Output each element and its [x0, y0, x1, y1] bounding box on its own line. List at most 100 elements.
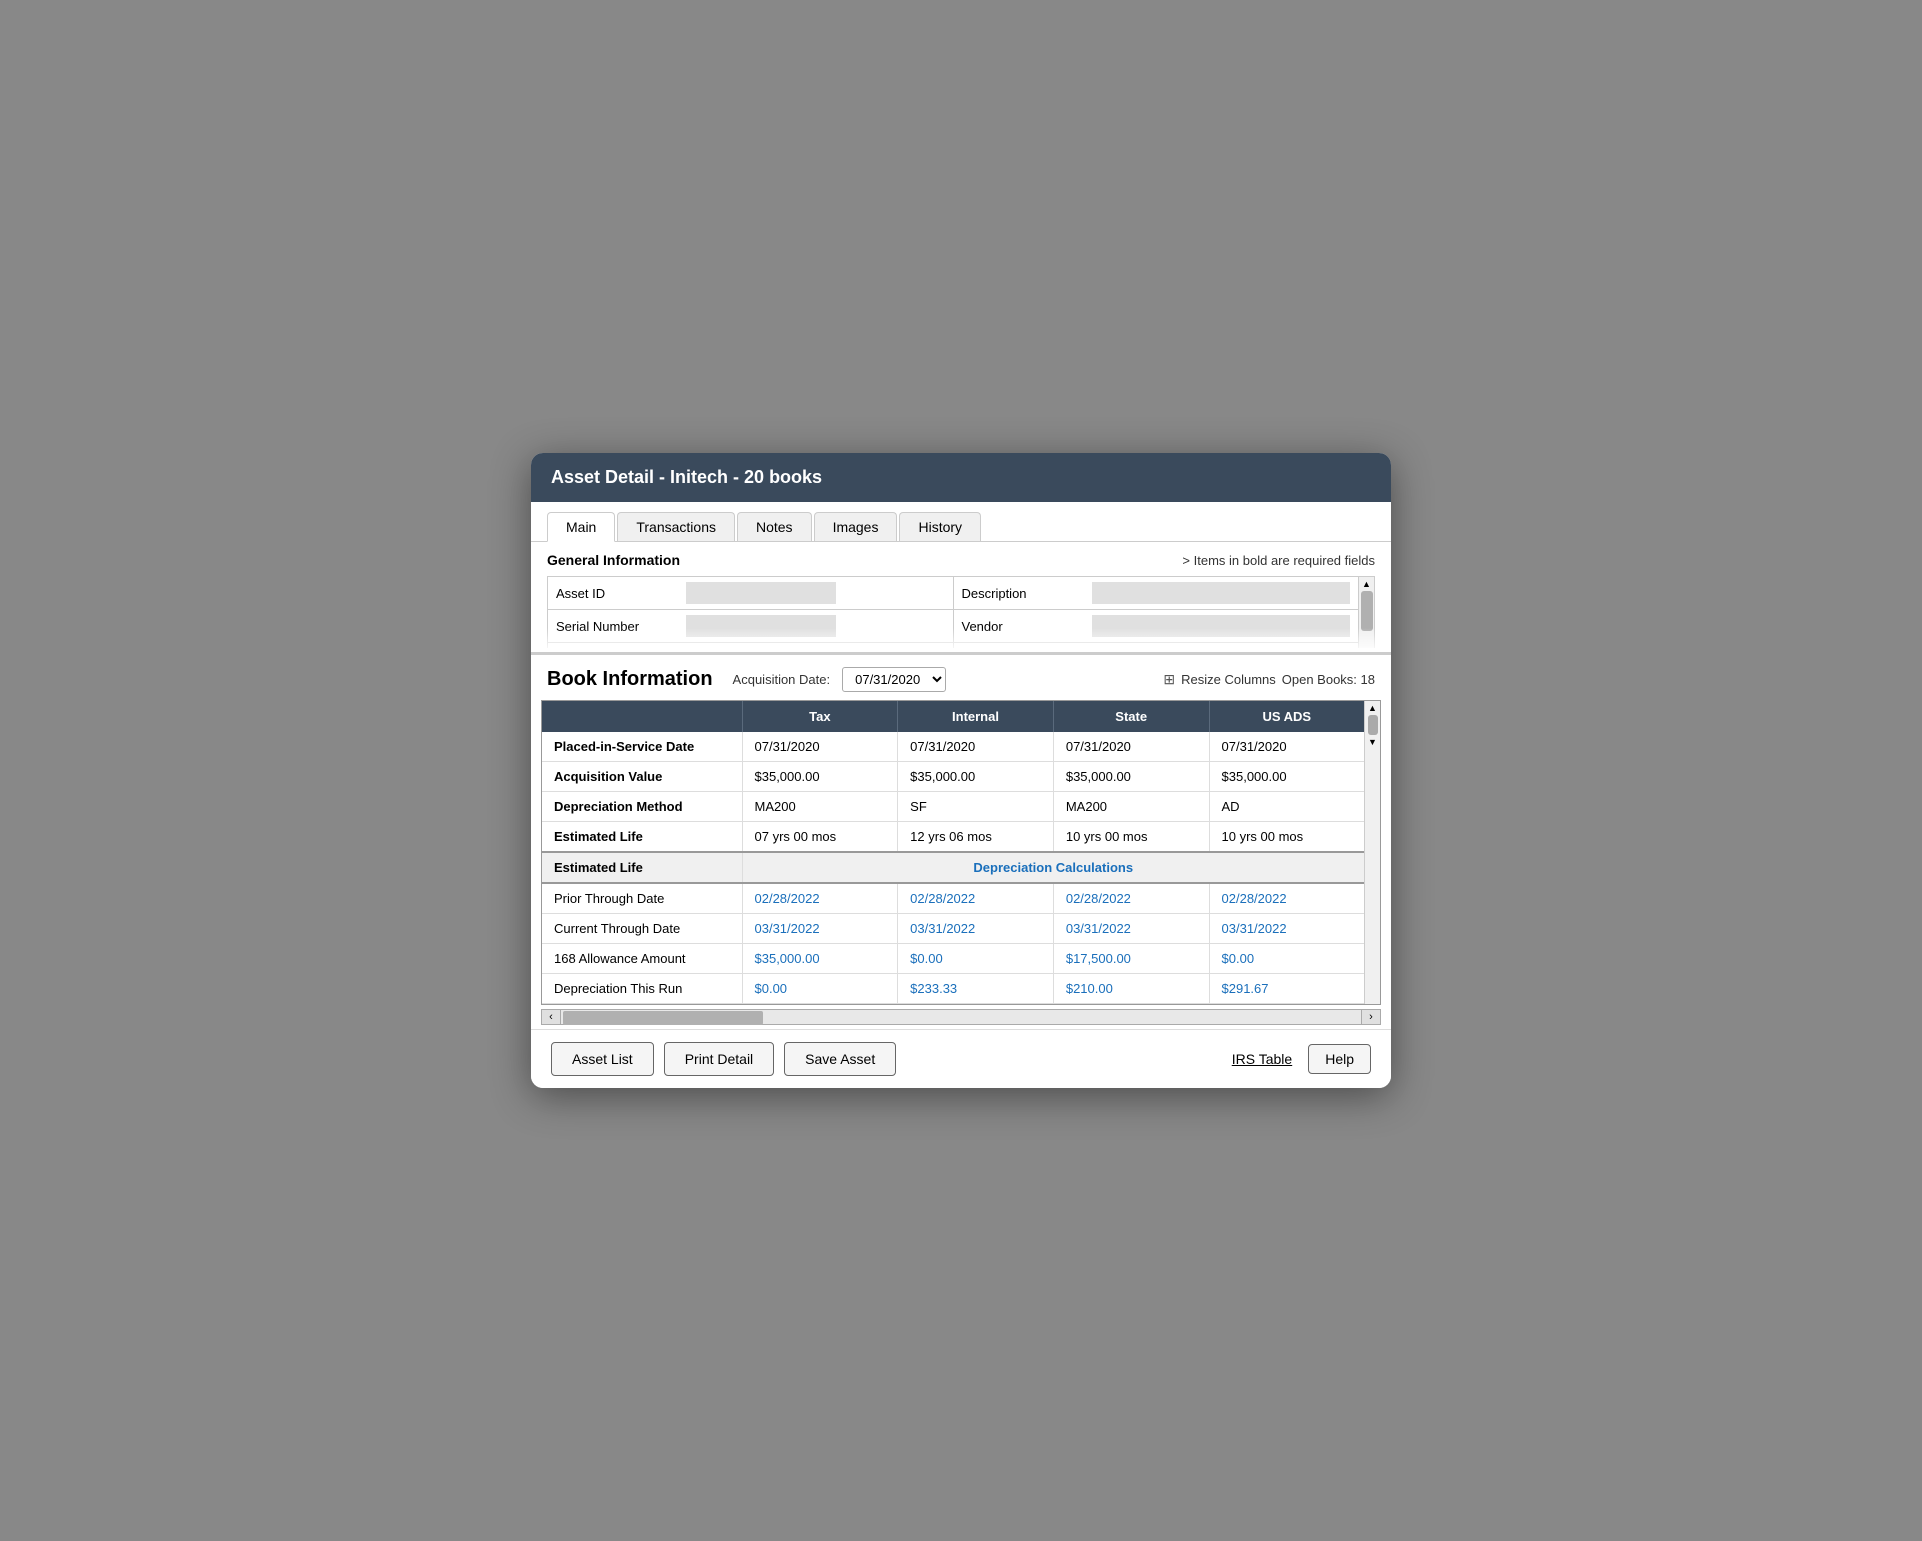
col-header-label: [542, 701, 742, 732]
general-info-header: General Information > Items in bold are …: [547, 552, 1375, 568]
table-row: 168 Allowance Amount $35,000.00 $0.00 $1…: [542, 944, 1364, 974]
general-info-title: General Information: [547, 552, 680, 568]
row-label-0: Placed-in-Service Date: [542, 732, 742, 762]
form-cell-vendor: Vendor: [954, 610, 1359, 642]
calc-row-state-0: 02/28/2022: [1053, 883, 1209, 914]
form-row-assetid: Asset ID: [548, 577, 953, 610]
calc-row-tax-0: 02/28/2022: [742, 883, 898, 914]
form-grid: Asset ID Serial Number P: [547, 576, 1375, 648]
tab-transactions[interactable]: Transactions: [617, 512, 735, 541]
row-state-2: MA200: [1053, 792, 1209, 822]
asset-title: Asset Detail - Initech - 20 books: [551, 467, 822, 487]
form-row-purchase: Purchase Date: [548, 643, 953, 648]
calc-row-internal-1: 03/31/2022: [898, 914, 1054, 944]
table-row: Placed-in-Service Date 07/31/2020 07/31/…: [542, 732, 1364, 762]
resize-columns-label[interactable]: Resize Columns: [1181, 672, 1276, 687]
table-scroll-thumb: [1368, 715, 1378, 735]
row-state-1: $35,000.00: [1053, 762, 1209, 792]
section-header-title: Depreciation Calculations: [742, 852, 1364, 883]
book-info-title: Book Information: [547, 668, 713, 691]
input-description[interactable]: [1092, 582, 1351, 604]
row-label-3: Estimated Life: [542, 822, 742, 853]
label-asset-id: Asset ID: [556, 586, 686, 601]
row-usads-3: 10 yrs 00 mos: [1209, 822, 1364, 853]
acq-date-label: Acquisition Date:: [733, 672, 831, 687]
table-row: Depreciation This Run $0.00 $233.33 $210…: [542, 974, 1364, 1004]
calc-row-usads-2: $0.00: [1209, 944, 1364, 974]
print-detail-button[interactable]: Print Detail: [664, 1042, 774, 1076]
label-serial: Serial Number: [556, 619, 686, 634]
calc-row-tax-3: $0.00: [742, 974, 898, 1004]
input-asset-id[interactable]: [686, 582, 836, 604]
row-state-0: 07/31/2020: [1053, 732, 1209, 762]
horizontal-scroll: ‹ ›: [541, 1009, 1381, 1025]
table-scrollbar: ▲ ▼: [1364, 701, 1380, 1004]
irs-table-button[interactable]: IRS Table: [1232, 1051, 1292, 1067]
book-info-header: Book Information Acquisition Date: 07/31…: [531, 655, 1391, 700]
table-header-row: Tax Internal State US ADS: [542, 701, 1364, 732]
tab-history[interactable]: History: [899, 512, 981, 541]
tab-notes[interactable]: Notes: [737, 512, 812, 541]
calc-row-internal-3: $233.33: [898, 974, 1054, 1004]
asset-detail-panel: Asset Detail - Initech - 20 books Main T…: [531, 453, 1391, 648]
row-internal-1: $35,000.00: [898, 762, 1054, 792]
label-description: Description: [962, 586, 1092, 601]
calc-row-usads-0: 02/28/2022: [1209, 883, 1364, 914]
main-window: Asset Detail - Initech - 20 books Main T…: [531, 453, 1391, 1088]
section-header-row: Estimated Life Depreciation Calculations: [542, 852, 1364, 883]
form-scrollbar: ▲: [1358, 577, 1374, 648]
calc-row-label-1: Current Through Date: [542, 914, 742, 944]
grid-icon: ⊞: [1163, 671, 1175, 688]
right-links: IRS Table Help: [1232, 1044, 1371, 1074]
book-info-panel: Book Information Acquisition Date: 07/31…: [531, 652, 1391, 1025]
asset-list-button[interactable]: Asset List: [551, 1042, 654, 1076]
required-note: > Items in bold are required fields: [1182, 553, 1375, 568]
calc-row-state-1: 03/31/2022: [1053, 914, 1209, 944]
tab-images[interactable]: Images: [814, 512, 898, 541]
col-header-usads: US ADS: [1209, 701, 1364, 732]
row-usads-2: AD: [1209, 792, 1364, 822]
resize-columns-group: ⊞ Resize Columns Open Books: 18: [1163, 671, 1375, 688]
form-row-glacct: G/L Expense Acct: [954, 643, 1359, 648]
form-right: Description Vendor G/L Expense Acct: [953, 577, 1359, 648]
input-vendor[interactable]: [1092, 615, 1351, 637]
form-cell-assetid-label: Asset ID: [548, 577, 844, 609]
book-table: Tax Internal State US ADS Placed-in-Serv…: [542, 701, 1364, 1004]
book-table-wrapper: Tax Internal State US ADS Placed-in-Serv…: [541, 700, 1381, 1005]
row-tax-1: $35,000.00: [742, 762, 898, 792]
form-cell-serial-label: Serial Number: [548, 610, 844, 642]
row-internal-0: 07/31/2020: [898, 732, 1054, 762]
table-scroll-down[interactable]: ▼: [1368, 737, 1377, 747]
acq-date-select[interactable]: 07/31/2020: [842, 667, 946, 692]
row-label-1: Acquisition Value: [542, 762, 742, 792]
table-row: Current Through Date 03/31/2022 03/31/20…: [542, 914, 1364, 944]
calc-row-tax-2: $35,000.00: [742, 944, 898, 974]
calc-row-state-3: $210.00: [1053, 974, 1209, 1004]
form-cell-glacct: G/L Expense Acct: [954, 643, 1359, 648]
asset-title-bar: Asset Detail - Initech - 20 books: [531, 453, 1391, 502]
form-row-description: Description: [954, 577, 1359, 610]
table-row: Estimated Life 07 yrs 00 mos 12 yrs 06 m…: [542, 822, 1364, 853]
tabs-row: Main Transactions Notes Images History: [531, 502, 1391, 542]
book-table-inner: Tax Internal State US ADS Placed-in-Serv…: [542, 701, 1364, 1004]
help-button[interactable]: Help: [1308, 1044, 1371, 1074]
input-serial[interactable]: [686, 615, 836, 637]
save-asset-button[interactable]: Save Asset: [784, 1042, 896, 1076]
table-row: Prior Through Date 02/28/2022 02/28/2022…: [542, 883, 1364, 914]
scroll-up-arrow[interactable]: ▲: [1362, 579, 1371, 589]
form-cell-purchase-label: Purchase Date: [548, 643, 844, 648]
section-header-label: Estimated Life: [542, 852, 742, 883]
col-header-internal: Internal: [898, 701, 1054, 732]
calc-row-state-2: $17,500.00: [1053, 944, 1209, 974]
tab-main[interactable]: Main: [547, 512, 615, 542]
hscroll-right-arrow[interactable]: ›: [1361, 1009, 1381, 1025]
table-scroll-up[interactable]: ▲: [1368, 703, 1377, 713]
row-tax-3: 07 yrs 00 mos: [742, 822, 898, 853]
row-internal-2: SF: [898, 792, 1054, 822]
calc-row-internal-0: 02/28/2022: [898, 883, 1054, 914]
hscroll-left-arrow[interactable]: ‹: [541, 1009, 561, 1025]
general-info-section: General Information > Items in bold are …: [531, 542, 1391, 648]
calc-row-usads-1: 03/31/2022: [1209, 914, 1364, 944]
label-vendor: Vendor: [962, 619, 1092, 634]
form-row-serial: Serial Number: [548, 610, 953, 643]
